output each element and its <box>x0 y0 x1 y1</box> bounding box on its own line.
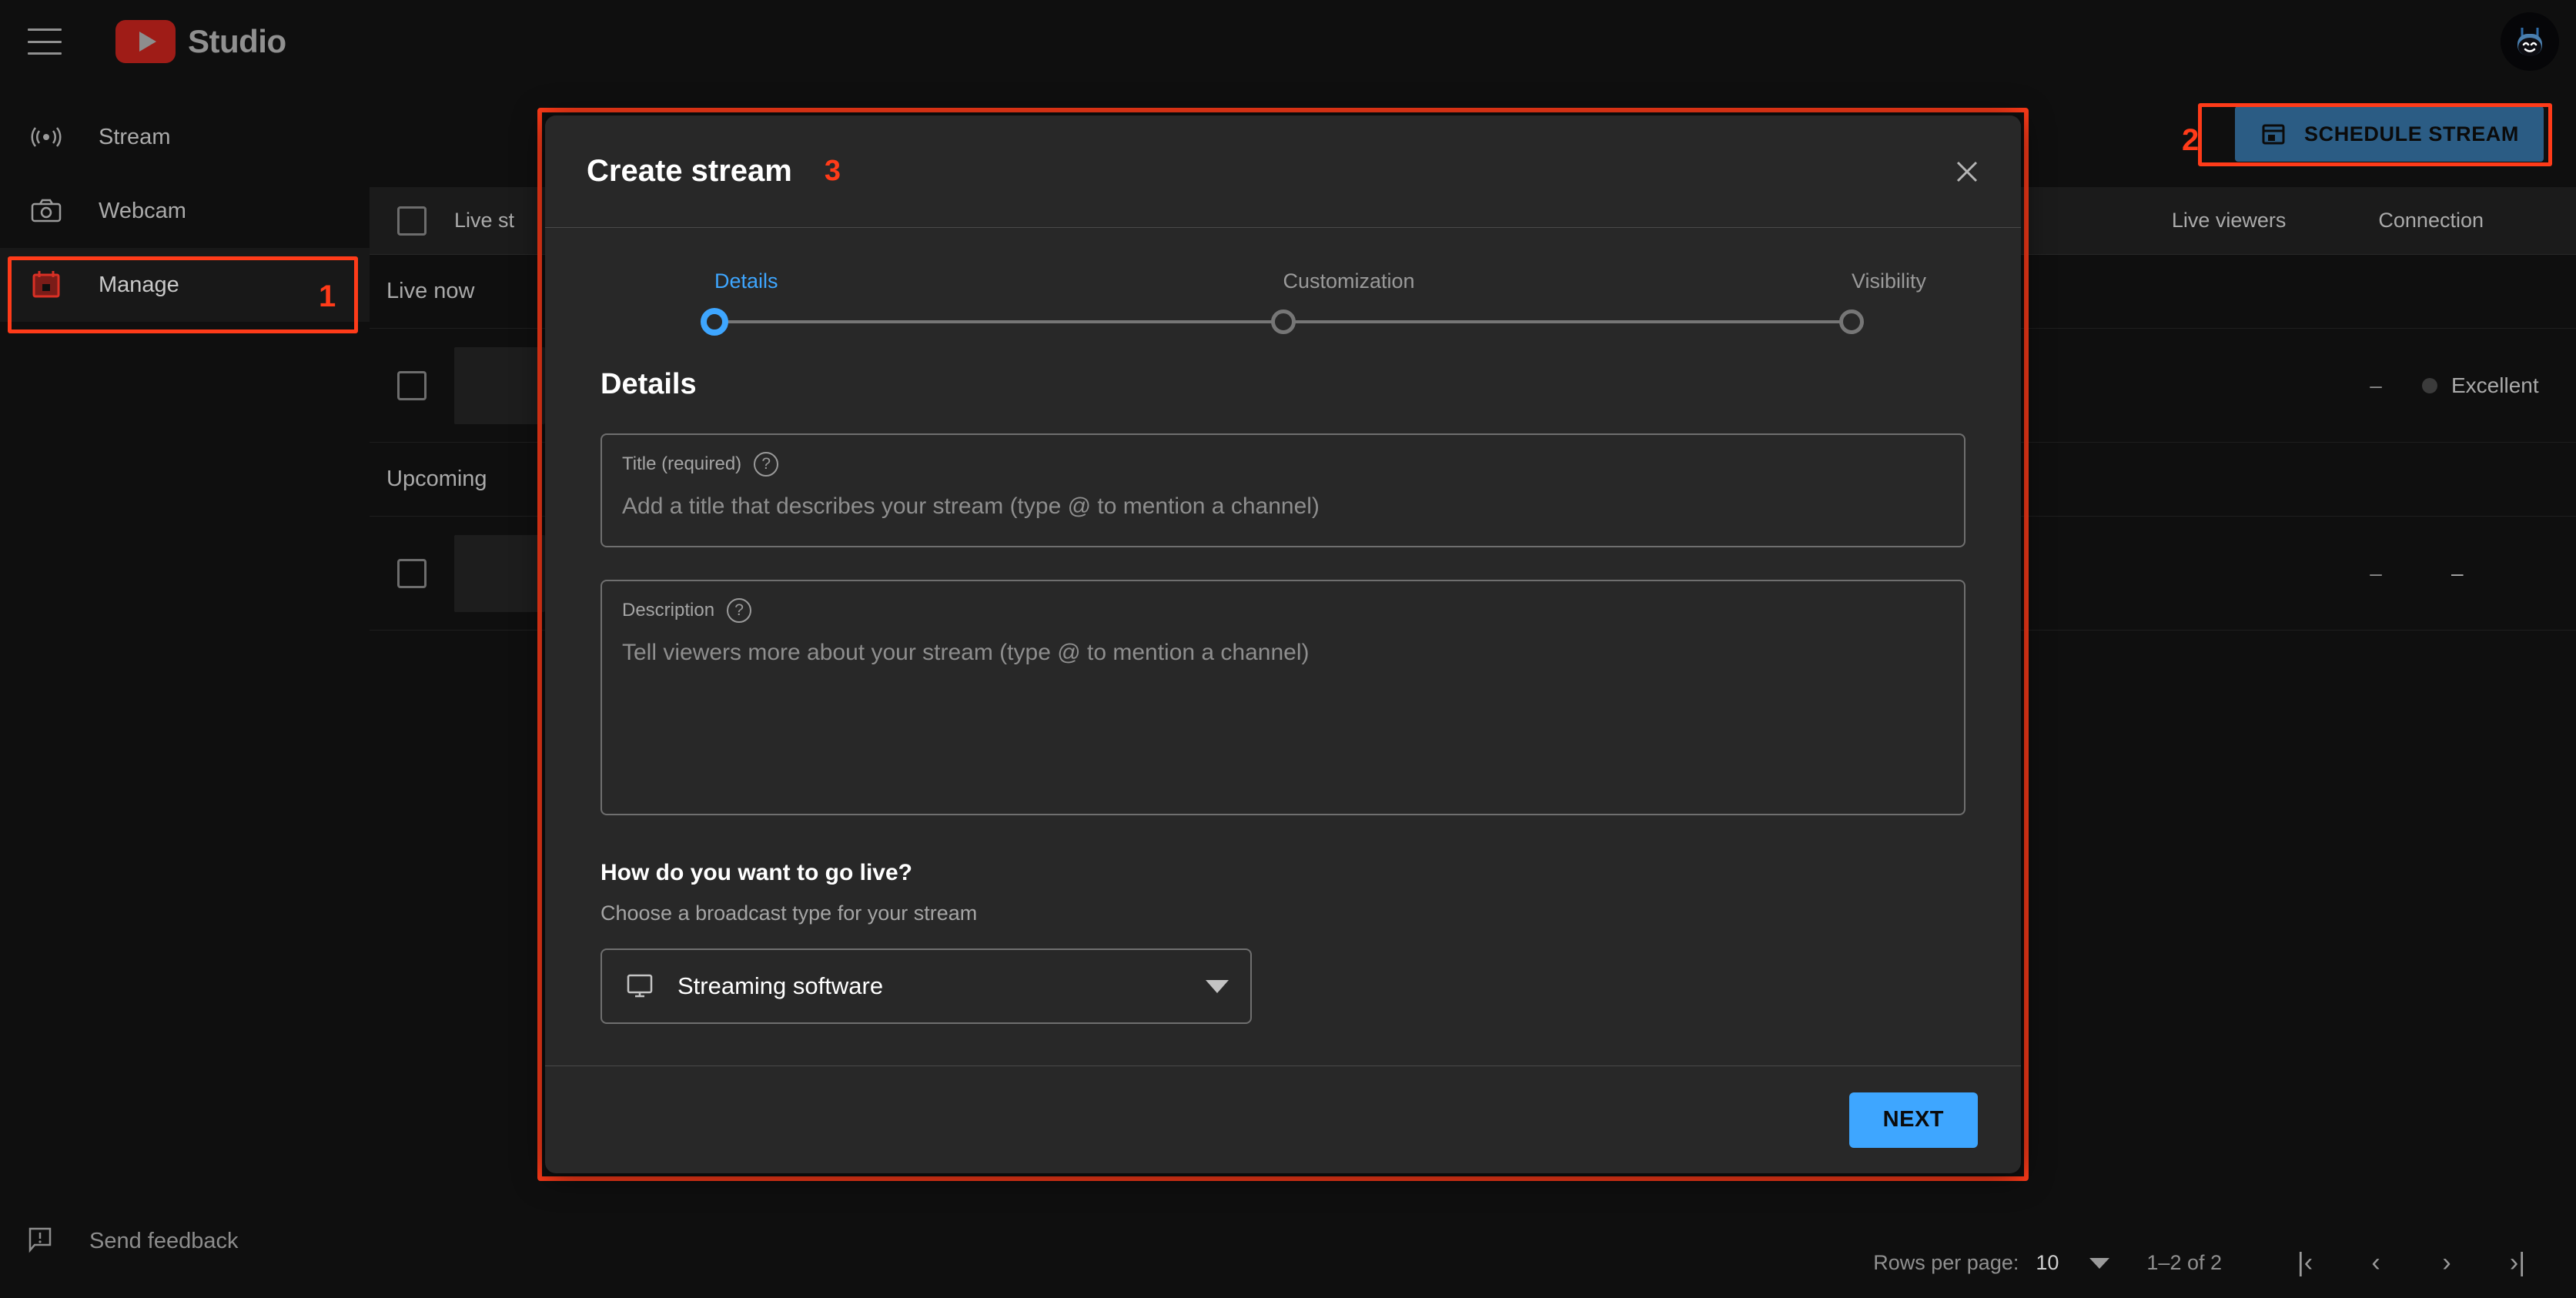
cell-live-viewers: – <box>2370 560 2382 585</box>
video-thumbnail <box>454 534 545 612</box>
robot-avatar-icon <box>2517 28 2542 56</box>
step-node-customization[interactable] <box>1270 309 1296 334</box>
annotation-number-2: 2 <box>2182 123 2200 157</box>
pagination-range: 1–2 of 2 <box>2146 1251 2222 1274</box>
next-page-icon[interactable]: › <box>2411 1248 2482 1278</box>
sidebar-item-send-feedback[interactable]: Send feedback <box>0 1210 238 1272</box>
help-icon[interactable]: ? <box>754 452 779 477</box>
title-field[interactable]: Title (required) ? Add a title that desc… <box>601 433 1965 547</box>
step-node-visibility[interactable] <box>1839 309 1864 334</box>
sidebar-item-label: Manage <box>99 272 179 297</box>
sidebar-item-manage[interactable]: Manage <box>0 248 370 322</box>
calendar-icon <box>26 265 66 305</box>
connection-status-label: Excellent <box>2451 373 2539 397</box>
sidebar: Stream Webcam Manage Send feedback <box>0 83 370 1298</box>
section-title: Details <box>601 368 697 400</box>
rows-per-page-value[interactable]: 10 <box>2036 1251 2059 1275</box>
select-all-checkbox-cell <box>370 206 454 236</box>
broadcast-icon <box>26 117 66 157</box>
row-checkbox[interactable] <box>397 558 427 588</box>
broadcast-type-value: Streaming software <box>677 972 884 999</box>
sidebar-feedback-label: Send feedback <box>89 1228 239 1253</box>
last-page-icon[interactable]: ›| <box>2482 1248 2553 1278</box>
sidebar-item-label: Webcam <box>99 198 186 223</box>
top-bar: Studio <box>0 0 2576 83</box>
title-input-placeholder[interactable]: Add a title that describes your stream (… <box>622 493 1944 520</box>
connection-status-label: – <box>2451 560 2464 585</box>
title-field-label: Title (required) <box>622 453 742 474</box>
dialog-footer: NEXT <box>545 1065 2021 1173</box>
schedule-stream-label: SCHEDULE STREAM <box>2303 122 2519 146</box>
row-checkbox[interactable] <box>397 370 427 400</box>
dialog-body: Details Title (required) ? Add a title t… <box>545 368 2021 1024</box>
cell-live-viewers: – <box>2370 373 2382 397</box>
next-button[interactable]: NEXT <box>1848 1092 1978 1148</box>
dialog-title: Create stream <box>587 154 792 188</box>
description-field-label: Description <box>622 600 715 621</box>
video-thumbnail <box>454 346 545 424</box>
annotation-number-1: 1 <box>319 279 336 313</box>
studio-brand[interactable]: Studio <box>115 20 286 63</box>
camera-icon <box>26 191 66 231</box>
description-input-placeholder[interactable]: Tell viewers more about your stream (typ… <box>622 640 1944 666</box>
connection-status-dot <box>2422 377 2437 393</box>
rows-per-page-label: Rows per page: <box>1873 1251 2019 1274</box>
sidebar-item-webcam[interactable]: Webcam <box>0 174 370 248</box>
group-label: Upcoming <box>386 467 487 491</box>
calendar-schedule-icon <box>2262 124 2285 145</box>
description-field-label-row: Description ? <box>622 598 1944 623</box>
title-field-label-row: Title (required) ? <box>622 452 1944 477</box>
youtube-logo-icon <box>115 20 176 63</box>
go-live-subtext: Choose a broadcast type for your stream <box>601 902 978 925</box>
feedback-icon <box>26 1224 57 1259</box>
prev-page-icon[interactable]: ‹ <box>2340 1248 2411 1278</box>
app-root: Studio Stream Webcam Manage Send feedbac… <box>0 0 2576 1298</box>
schedule-stream-button[interactable]: SCHEDULE STREAM <box>2234 106 2544 162</box>
select-all-checkbox[interactable] <box>397 206 427 236</box>
sidebar-item-stream[interactable]: Stream <box>0 100 370 174</box>
column-header-live-viewers: Live viewers <box>2171 209 2287 232</box>
hamburger-icon[interactable] <box>28 28 62 55</box>
brand-name: Studio <box>188 23 286 59</box>
monitor-icon <box>627 974 653 998</box>
pagination: Rows per page: 10 1–2 of 2 |‹ ‹ › ›| <box>1873 1248 2553 1278</box>
cell-connection: – <box>2422 561 2576 586</box>
first-page-icon[interactable]: |‹ <box>2270 1248 2340 1278</box>
wizard-stepper: Details Customization Visibility <box>701 269 1926 354</box>
go-live-heading: How do you want to go live? <box>601 860 912 885</box>
chevron-down-icon[interactable] <box>1206 979 1229 993</box>
step-node-details[interactable] <box>701 308 728 336</box>
group-label: Live now <box>386 279 475 303</box>
avatar[interactable] <box>2501 12 2559 71</box>
description-field[interactable]: Description ? Tell viewers more about yo… <box>601 580 1965 815</box>
help-icon[interactable]: ? <box>727 598 752 623</box>
column-header-connection: Connection <box>2378 209 2484 232</box>
dialog-header: Create stream 3 <box>545 115 2021 228</box>
close-icon[interactable] <box>1945 150 1989 193</box>
cell-connection: Excellent <box>2422 373 2576 398</box>
broadcast-type-select[interactable]: Streaming software <box>601 948 1252 1024</box>
chevron-down-icon[interactable] <box>2089 1257 2110 1269</box>
sidebar-item-label: Stream <box>99 124 171 149</box>
annotation-number-3: 3 <box>824 155 841 187</box>
create-stream-dialog: Create stream 3 Details Customization Vi… <box>545 115 2021 1173</box>
